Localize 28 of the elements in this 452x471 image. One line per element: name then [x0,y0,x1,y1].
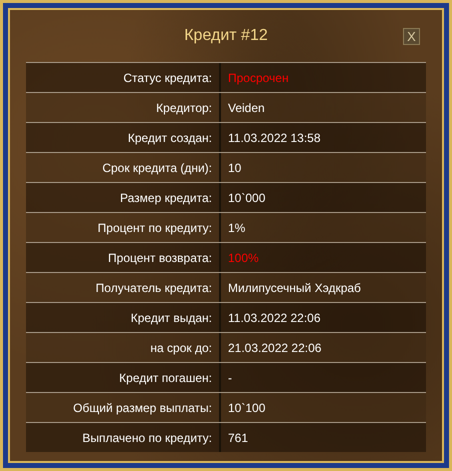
field-label: Срок кредита (дни): [26,153,221,182]
window-title: Кредит #12 [184,27,268,45]
field-value: 761 [227,430,250,446]
field-value: 10 [227,160,242,176]
field-label: Выплачено по кредиту: [26,423,221,452]
field-value: 21.03.2022 22:06 [227,340,322,356]
field-label: Размер кредита: [26,183,221,212]
field-label: на срок до: [26,333,221,362]
field-value: 1% [227,220,246,236]
field-value: Veiden [227,100,266,116]
field-label: Статус кредита: [26,63,221,92]
field-value: Милипусечный Хэдкраб [227,280,362,296]
field-value: 11.03.2022 22:06 [227,310,322,326]
field-label: Кредитор: [26,93,221,122]
field-label: Общий размер выплаты: [26,393,221,422]
field-value: 11.03.2022 13:58 [227,130,322,146]
field-label: Кредит погашен: [26,363,221,392]
field-value: 10`100 [227,400,266,416]
field-value: - [227,370,233,386]
field-label: Получатель кредита: [26,273,221,302]
close-button[interactable]: X [403,28,420,45]
field-label: Процент по кредиту: [26,213,221,242]
field-label: Процент возврата: [26,243,221,272]
field-label: Кредит выдан: [26,303,221,332]
field-value: 10`000 [227,190,266,206]
field-value: Просрочен [227,70,290,86]
field-value: 100% [227,250,260,266]
field-label: Кредит создан: [26,123,221,152]
